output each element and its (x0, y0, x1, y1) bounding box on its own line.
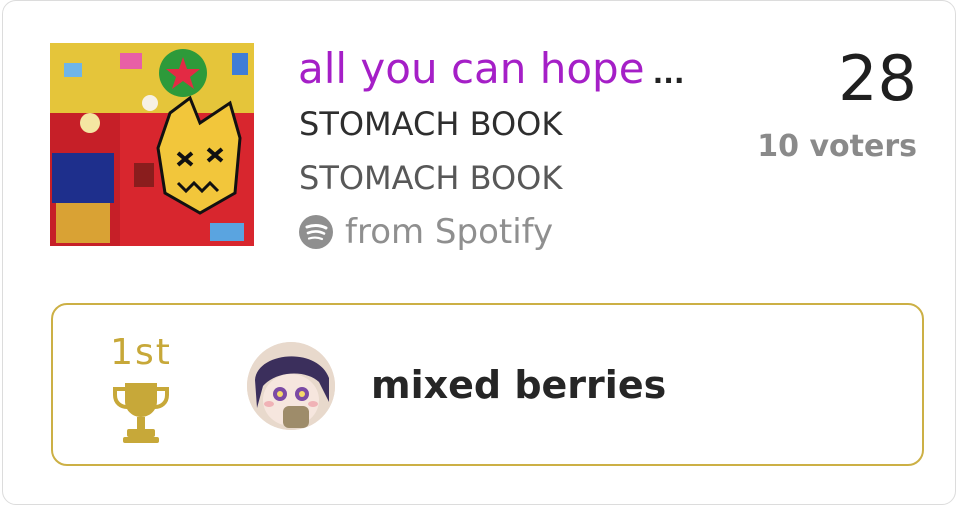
trophy-icon (113, 383, 169, 443)
track-artist: STOMACH BOOK (299, 105, 563, 143)
album-cover-image[interactable] (50, 43, 254, 246)
ranking-box: 1st mixed berries (51, 303, 924, 466)
rank-place: 1st (110, 332, 172, 373)
avatar-image (247, 342, 335, 430)
source-row: from Spotify (299, 211, 553, 253)
spotify-icon (299, 215, 333, 249)
voter-count: 10 voters (757, 129, 917, 164)
song-card[interactable]: all you can hope... STOMACH BOOK STOMACH… (2, 0, 956, 505)
vote-score: 28 (838, 42, 917, 115)
user-name[interactable]: mixed berries (371, 360, 666, 410)
track-title-text: all you can hope (298, 44, 645, 93)
track-title[interactable]: all you can hope... (298, 41, 738, 102)
user-avatar[interactable] (247, 342, 335, 430)
album-cover-art (50, 43, 254, 246)
track-album: STOMACH BOOK (299, 159, 563, 197)
source-label: from Spotify (345, 212, 554, 252)
title-truncation: ... (652, 57, 685, 90)
